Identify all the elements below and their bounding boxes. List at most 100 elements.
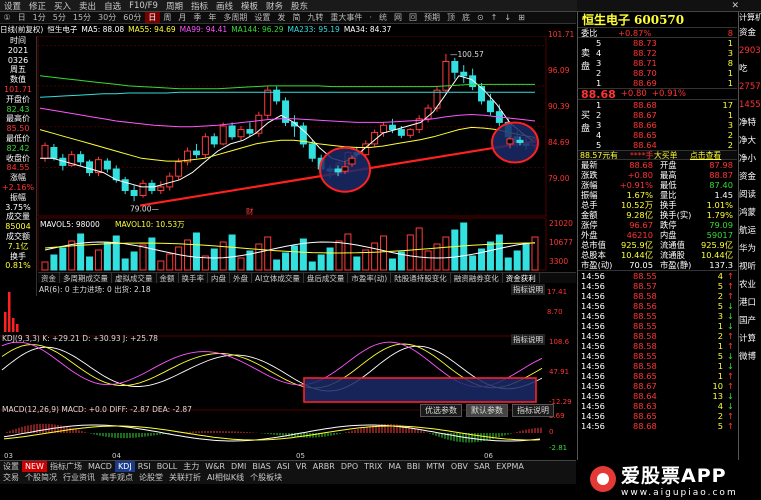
volume-tab-extra[interactable]: 资金获利 <box>503 273 540 283</box>
toolbar-item[interactable]: F10/F9 <box>125 1 162 11</box>
indicator-tab[interactable]: BOLL <box>154 461 181 472</box>
volume-tab[interactable]: AI立体成交量 <box>252 273 304 283</box>
sector-item[interactable]: 2757 <box>739 78 761 96</box>
indicator-tab[interactable]: BBI <box>404 461 423 472</box>
period-item[interactable]: 15分 <box>69 12 94 23</box>
period-item[interactable]: 多周期 <box>220 12 251 23</box>
indicator-tab[interactable]: NEW <box>22 461 47 472</box>
indicator-tab[interactable]: MA <box>385 461 403 472</box>
sector-item[interactable]: 资金 <box>739 168 761 186</box>
period-item[interactable]: 统 <box>375 12 390 23</box>
sector-item[interactable]: 国产 <box>739 312 761 330</box>
period-item[interactable]: 5分 <box>49 12 69 23</box>
toolbar-item[interactable]: 周期 <box>162 0 187 12</box>
period-item[interactable]: ⊞ <box>515 12 529 23</box>
period-item[interactable]: 网 <box>390 12 405 23</box>
period-item[interactable]: 年 <box>205 12 220 23</box>
toolbar-item[interactable]: 股东 <box>287 0 312 12</box>
period-item[interactable]: 1分 <box>29 12 49 23</box>
volume-tab[interactable]: 多周期成交量 <box>60 273 112 283</box>
indicator-tab[interactable]: 指标广场 <box>47 461 85 472</box>
indicator-tab[interactable]: DPO <box>338 461 361 472</box>
info-tab[interactable]: 高手观点 <box>98 472 136 484</box>
close-icon[interactable]: ✕ <box>731 1 739 11</box>
volume-tab[interactable]: 市盈率(动) <box>348 273 392 283</box>
indicator-tab[interactable]: 设置 <box>0 461 22 472</box>
volume-tab[interactable]: 外盘 <box>230 273 252 283</box>
indicator-tab[interactable]: RSI <box>135 461 154 472</box>
indicator-tab[interactable]: BIAS <box>249 461 273 472</box>
volume-tab[interactable]: 陆股通持股变化 <box>391 273 451 283</box>
indicator-tab[interactable]: EXPMA <box>493 461 527 472</box>
indicator-tab[interactable]: MTM <box>423 461 448 472</box>
indicator-tab[interactable]: ARBR <box>310 461 338 472</box>
sector-item[interactable]: 净大 <box>739 132 761 150</box>
period-item[interactable]: 日 <box>14 12 29 23</box>
period-item[interactable]: 月 <box>175 12 190 23</box>
period-item[interactable]: 九转 <box>304 12 327 23</box>
period-item[interactable]: 30分 <box>95 12 120 23</box>
period-item[interactable]: ⊙ <box>473 12 487 23</box>
sector-item[interactable]: 鸿蒙 <box>739 204 761 222</box>
volume-tab[interactable]: 内盘 <box>208 273 230 283</box>
sector-item[interactable]: 阅读 <box>739 186 761 204</box>
indicator-tab[interactable]: 主力 <box>180 461 202 472</box>
sector-item[interactable]: 2903 <box>739 42 761 60</box>
info-tab[interactable]: 关联打折 <box>166 472 204 484</box>
volume-tab[interactable]: 融资融券变化 <box>451 273 503 283</box>
indicator-tab[interactable]: VR <box>293 461 310 472</box>
period-item[interactable]: 预期 <box>420 12 443 23</box>
period-item[interactable]: 季 <box>190 12 205 23</box>
sector-item[interactable]: 微博 <box>739 348 761 366</box>
toolbar-item[interactable]: 指标 <box>187 0 212 12</box>
toolbar-item[interactable]: 财务 <box>262 0 287 12</box>
period-item[interactable]: 设置 <box>251 12 274 23</box>
volume-tab[interactable]: 金额 <box>157 273 179 283</box>
period-item[interactable]: ① <box>0 12 14 23</box>
ar-explain-button[interactable]: 指标说明 <box>511 284 545 295</box>
sector-item[interactable]: 视听 <box>739 258 761 276</box>
kdj-param-button[interactable]: 指标说明 <box>512 404 554 417</box>
info-tab[interactable]: AI相似K线 <box>204 472 247 484</box>
info-tab[interactable]: 个股简况 <box>22 472 60 484</box>
toolbar-item[interactable]: 设置 <box>0 0 25 12</box>
sector-item[interactable]: 资金 <box>739 24 761 42</box>
info-tab[interactable]: 论股堂 <box>136 472 166 484</box>
sector-item[interactable]: 吃 <box>739 60 761 78</box>
period-item[interactable]: 回 <box>405 12 420 23</box>
kdj-param-button[interactable]: 优选参数 <box>420 404 462 417</box>
volume-tab[interactable]: 盘后成交量 <box>304 273 349 283</box>
toolbar-item[interactable]: 自选 <box>100 0 125 12</box>
toolbar-item[interactable]: 模板 <box>237 0 262 12</box>
sector-item[interactable]: 农业 <box>739 276 761 294</box>
indicator-tab[interactable]: MACD <box>85 461 115 472</box>
indicator-tab[interactable]: W&R <box>202 461 228 472</box>
sector-item[interactable]: 净小 <box>739 150 761 168</box>
indicator-tab[interactable]: OBV <box>448 461 471 472</box>
period-item[interactable]: 顶 <box>443 12 458 23</box>
indicator-tab[interactable]: DMI <box>228 461 249 472</box>
sector-item[interactable]: 1455 <box>739 96 761 114</box>
info-tab[interactable]: 个股板块 <box>247 472 285 484</box>
period-item[interactable]: 简 <box>289 12 304 23</box>
period-item[interactable]: 重大事件 <box>327 12 366 23</box>
period-item[interactable]: · <box>366 12 376 23</box>
period-item[interactable]: ↓ <box>501 12 515 23</box>
period-item[interactable]: 60分 <box>120 12 145 23</box>
toolbar-item[interactable]: 画线 <box>212 0 237 12</box>
volume-tab[interactable]: 资金 <box>38 273 60 283</box>
indicator-tab[interactable]: ASI <box>274 461 293 472</box>
sector-item[interactable]: 计算 <box>739 330 761 348</box>
info-tab[interactable]: 交易 <box>0 472 22 484</box>
volume-tab[interactable]: 虚拟成交量 <box>112 273 157 283</box>
period-item[interactable]: 日 <box>144 12 160 23</box>
sector-item[interactable]: 港口 <box>739 294 761 312</box>
info-tab[interactable]: 行业资讯 <box>60 472 98 484</box>
sector-item[interactable]: 航运 <box>739 222 761 240</box>
period-item[interactable]: 底 <box>458 12 473 23</box>
indicator-tab[interactable]: SAR <box>471 461 493 472</box>
kdj-explain-button[interactable]: 指标说明 <box>511 334 545 345</box>
indicator-tab[interactable]: TRIX <box>361 461 385 472</box>
sector-item[interactable]: 华为 <box>739 240 761 258</box>
period-item[interactable]: 周 <box>160 12 175 23</box>
